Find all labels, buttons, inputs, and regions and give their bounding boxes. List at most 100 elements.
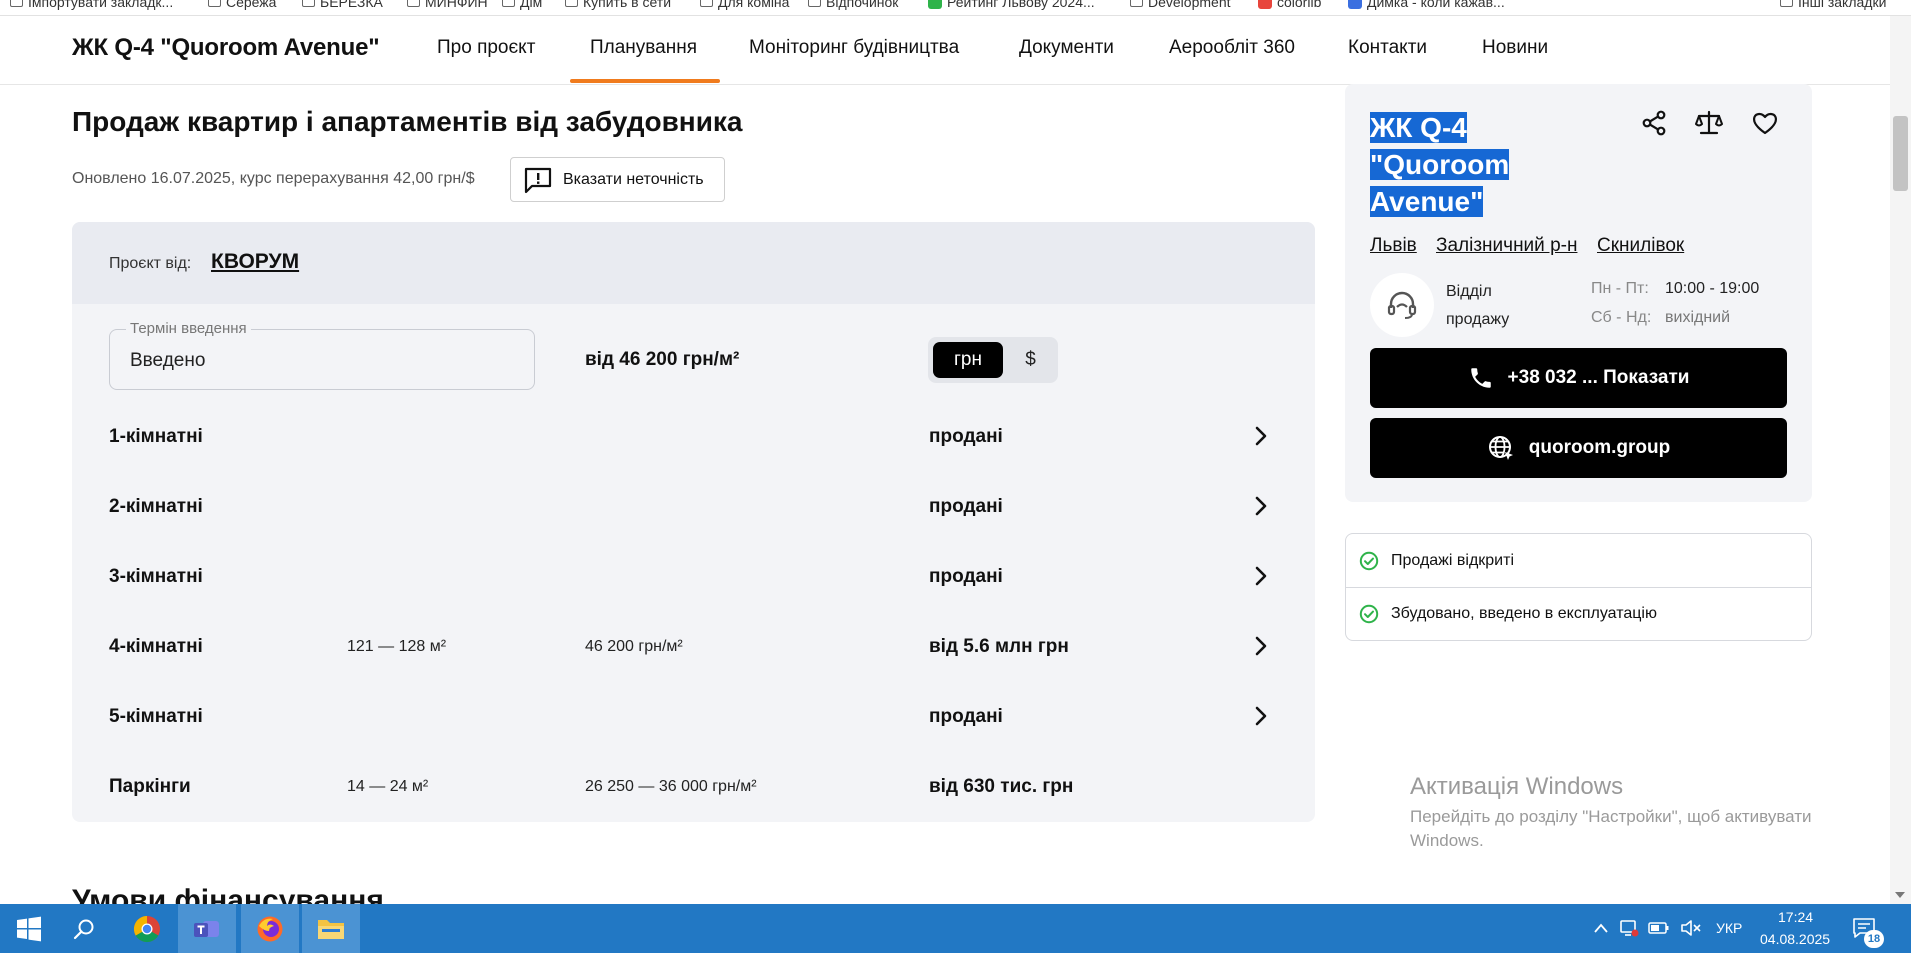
website-label: quoroom.group (1528, 437, 1671, 458)
nav-aerial-360[interactable]: Аерообліт 360 (1169, 37, 1295, 59)
table-row[interactable]: Паркінги 14 — 24 м² 26 250 — 36 000 грн/… (72, 752, 1315, 822)
project-title: ЖК Q-4 "Quoroom Avenue" (1370, 109, 1535, 220)
bookmark-item[interactable]: Для коміна (700, 0, 789, 12)
bookmark-item[interactable]: Купить в сети (565, 0, 671, 12)
bookmark-item[interactable]: Інші закладки (1780, 0, 1886, 12)
bookmark-item[interactable]: МИНФИН (407, 0, 488, 12)
teams-icon (194, 920, 219, 937)
compare-scales-icon[interactable] (1695, 109, 1723, 137)
developer-link[interactable]: КВОРУМ (211, 250, 299, 274)
bookmark-item[interactable]: Сережа (208, 0, 276, 12)
dept-line: продажу (1446, 311, 1510, 328)
table-row[interactable]: 4-кімнатні 121 — 128 м² 46 200 грн/м² ві… (72, 612, 1315, 682)
sales-status-box: Продажі відкриті Збудовано, введено в ек… (1345, 533, 1812, 641)
nav-monitoring[interactable]: Моніторинг будівництва (749, 37, 959, 59)
bookmark-label: Development (1148, 0, 1231, 10)
heart-icon[interactable] (1751, 109, 1779, 137)
site-logo[interactable]: ЖК Q-4 "Quoroom Avenue" (72, 34, 380, 62)
updated-info: Оновлено 16.07.2025, курс перерахування … (72, 170, 475, 187)
sales-department-label: Відділ продажу (1446, 278, 1536, 334)
folder-icon (1130, 0, 1143, 7)
bookmark-item[interactable]: Дім (502, 0, 542, 12)
table-row[interactable]: 3-кімнатні продані (72, 542, 1315, 612)
taskbar-file-explorer[interactable] (302, 904, 360, 953)
row-price: 26 250 — 36 000 грн/м² (585, 778, 757, 795)
bookmark-item[interactable]: Рейтинг Львову 2024... (928, 0, 1095, 12)
clock-date[interactable]: 04.08.2025 (1760, 931, 1830, 947)
schedule-weekdays-label: Пн - Пт: (1591, 280, 1649, 297)
feedback-icon (524, 167, 552, 193)
bookmark-item[interactable]: Відпочинок (808, 0, 898, 12)
chevron-up-icon[interactable] (1594, 922, 1608, 934)
page-scrollbar[interactable] (1890, 16, 1911, 904)
clock-time[interactable]: 17:24 (1778, 909, 1813, 925)
search-icon (73, 919, 94, 939)
table-row[interactable]: 1-кімнатні продані (72, 402, 1315, 472)
support-avatar (1370, 273, 1434, 337)
bookmark-item[interactable]: БЕРЕЗКА (302, 0, 383, 12)
volume-muted-icon[interactable] (1680, 918, 1702, 938)
row-status: продані (929, 496, 1003, 517)
battery-icon[interactable] (1648, 920, 1670, 936)
currency-uah-button[interactable]: грн (933, 342, 1003, 378)
share-icon[interactable] (1640, 109, 1668, 137)
row-status: продані (929, 566, 1003, 587)
report-inaccuracy-label: Вказати неточність (563, 170, 704, 188)
bookmark-item[interactable]: colorlib (1258, 0, 1321, 12)
windows-taskbar: УКР 17:24 04.08.2025 18 (0, 904, 1911, 953)
show-phone-label: +38 032 ... Показати (1507, 367, 1690, 388)
scroll-down-arrow-icon[interactable] (1895, 892, 1905, 898)
nav-planning[interactable]: Планування (590, 37, 697, 59)
table-row[interactable]: 5-кімнатні продані (72, 682, 1315, 752)
folder-icon (565, 0, 578, 7)
taskbar-firefox[interactable] (241, 904, 299, 953)
scrollbar-thumb[interactable] (1893, 116, 1908, 191)
bookmark-item[interactable]: Димка - коли кажав... (1348, 0, 1505, 12)
bookmark-label: Сережа (226, 0, 277, 10)
show-phone-button[interactable]: +38 032 ... Показати (1370, 348, 1787, 408)
row-area: 121 — 128 м² (347, 638, 447, 655)
chevron-right-icon (1255, 426, 1267, 446)
project-info-card: ЖК Q-4 "Quoroom Avenue" Львів Залізнични… (1345, 84, 1812, 502)
website-button[interactable]: quoroom.group (1370, 418, 1787, 478)
report-inaccuracy-button[interactable]: Вказати неточність (510, 157, 725, 202)
windows-activation-watermark: Активація Windows Перейдіть до розділу "… (1410, 773, 1870, 853)
favicon-icon (1258, 0, 1272, 9)
bookmarks-bar: Імпортувати закладк... Сережа БЕРЕЗКА МИ… (0, 0, 1911, 16)
location-neighborhood-link[interactable]: Скнилівок (1597, 235, 1684, 257)
status-built: Збудовано, введено в експлуатацію (1346, 587, 1811, 640)
check-circle-icon (1359, 551, 1379, 570)
bookmark-item[interactable]: Development (1130, 0, 1231, 12)
row-type: 4-кімнатні (109, 636, 203, 657)
globe-icon (1488, 436, 1513, 460)
completion-term-value: Введено (130, 350, 206, 371)
completion-term-legend: Термін введення (126, 320, 251, 337)
bookmark-item[interactable]: Імпортувати закладк... (10, 0, 173, 12)
input-language[interactable]: УКР (1716, 920, 1742, 936)
nav-contacts[interactable]: Контакти (1348, 37, 1427, 59)
taskbar-chrome[interactable] (118, 904, 176, 953)
network-icon[interactable] (1618, 918, 1640, 938)
developer-bar: Проєкт від: КВОРУМ (72, 222, 1315, 304)
nav-about[interactable]: Про проєкт (437, 37, 535, 59)
favicon-icon (1348, 0, 1362, 9)
folder-icon (10, 0, 23, 7)
taskbar-teams[interactable] (178, 904, 236, 953)
nav-documents[interactable]: Документи (1019, 37, 1114, 59)
status-label: Збудовано, введено в експлуатацію (1391, 605, 1657, 622)
phone-icon (1470, 368, 1491, 388)
folder-icon (318, 919, 344, 939)
schedule-weekdays-hours: 10:00 - 19:00 (1665, 280, 1760, 297)
nav-news[interactable]: Новини (1482, 37, 1548, 59)
row-area: 14 — 24 м² (347, 778, 429, 795)
favicon-icon (928, 0, 942, 9)
currency-usd-button[interactable]: $ (1008, 342, 1053, 378)
row-price: 46 200 грн/м² (585, 638, 683, 655)
location-district-link[interactable]: Залізничний р-н (1436, 235, 1577, 257)
start-button[interactable] (0, 904, 58, 953)
completion-term-select[interactable]: Термін введення Введено (109, 320, 535, 390)
table-row[interactable]: 2-кімнатні продані (72, 472, 1315, 542)
search-button[interactable] (55, 904, 113, 953)
headset-icon (1387, 291, 1417, 319)
location-city-link[interactable]: Львів (1370, 235, 1417, 257)
